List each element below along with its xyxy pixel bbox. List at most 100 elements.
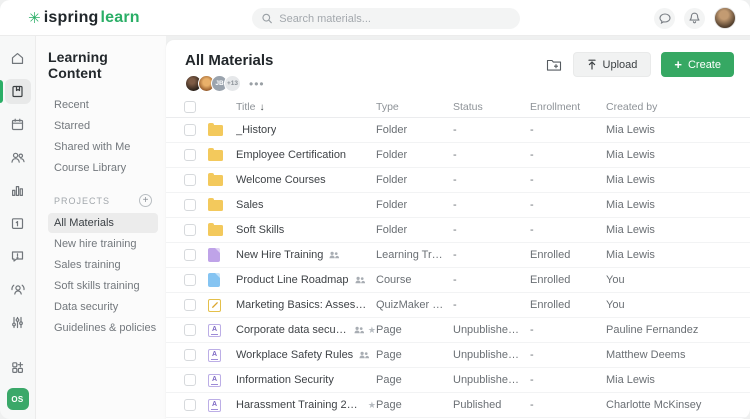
folder-icon: [208, 150, 223, 161]
item-title[interactable]: _History: [236, 124, 276, 136]
create-button[interactable]: + Create: [661, 52, 734, 77]
cell-enrollment: Enrolled: [530, 249, 606, 261]
item-title[interactable]: Product Line Roadmap: [236, 274, 349, 286]
rail-item-reports[interactable]: [5, 178, 31, 203]
item-title[interactable]: Sales: [236, 199, 264, 211]
table-row[interactable]: Marketing Basics: Assessment 01 QuizMake…: [166, 293, 750, 318]
cell-created-by: You: [606, 274, 750, 286]
column-status[interactable]: Status: [453, 101, 530, 113]
table-row[interactable]: Employee Certification Folder - - Mia Le…: [166, 143, 750, 168]
column-enrollment[interactable]: Enrollment: [530, 101, 606, 113]
sort-descending-icon[interactable]: ↓: [259, 102, 264, 113]
folder-icon: [208, 200, 223, 211]
select-all-checkbox[interactable]: [184, 101, 196, 113]
rail-user-avatar[interactable]: OS: [7, 388, 29, 410]
item-title[interactable]: Marketing Basics: Assessment 01: [236, 299, 370, 311]
sidebar-item[interactable]: Data security: [48, 297, 158, 317]
item-title[interactable]: Welcome Courses: [236, 174, 326, 186]
item-title[interactable]: Employee Certification: [236, 149, 346, 161]
ispring-learn-logo[interactable]: ✳ ispring learn: [28, 9, 140, 27]
row-checkbox[interactable]: [184, 249, 196, 261]
quiz-icon: [208, 299, 221, 312]
item-badges: [329, 251, 339, 259]
item-badges: ★: [368, 401, 376, 410]
cell-type: Page: [376, 349, 453, 361]
table-row[interactable]: A Workplace Safety Rules Page Unpublishe…: [166, 343, 750, 368]
item-title[interactable]: New Hire Training: [236, 249, 323, 261]
page-icon: A: [208, 374, 221, 387]
item-title[interactable]: Harassment Training 2020: [236, 399, 362, 411]
rail-item-feedback[interactable]: [5, 244, 31, 269]
row-checkbox[interactable]: [184, 399, 196, 411]
more-members-button[interactable]: •••: [249, 80, 265, 88]
upload-button[interactable]: Upload: [573, 52, 652, 77]
item-type-icon: A: [208, 374, 236, 387]
table-row[interactable]: Product Line Roadmap Course - Enrolled Y…: [166, 268, 750, 293]
row-checkbox[interactable]: [184, 199, 196, 211]
item-title[interactable]: Information Security: [236, 374, 334, 386]
people-icon: [10, 150, 26, 165]
sidebar-item[interactable]: All Materials: [48, 213, 158, 233]
table-row[interactable]: A Information Security Page Unpublished …: [166, 368, 750, 393]
search-input[interactable]: [279, 13, 510, 25]
item-title[interactable]: Soft Skills: [236, 224, 284, 236]
card-icon: [10, 216, 25, 231]
sidebar-item[interactable]: Guidelines & policies: [48, 318, 158, 338]
cell-status: Published: [453, 399, 530, 411]
row-checkbox[interactable]: [184, 349, 196, 361]
rail-item-settings[interactable]: [5, 310, 31, 335]
item-title[interactable]: Workplace Safety Rules: [236, 349, 353, 361]
sidebar-item[interactable]: Starred: [48, 116, 158, 136]
row-checkbox[interactable]: [184, 224, 196, 236]
item-title[interactable]: Corporate data security policy: [236, 324, 348, 336]
sidebar-item[interactable]: Course Library: [48, 158, 158, 178]
item-type-icon: [208, 200, 236, 211]
notifications-button[interactable]: [684, 8, 705, 29]
rail-item-home[interactable]: [5, 46, 31, 71]
sidebar-item[interactable]: New hire training: [48, 234, 158, 254]
panel-actions: Upload + Create: [546, 52, 734, 77]
rail-item-calendar[interactable]: [5, 112, 31, 137]
sidebar-item[interactable]: Sales training: [48, 255, 158, 275]
table-row[interactable]: Soft Skills Folder - - Mia Lewis: [166, 218, 750, 243]
row-checkbox[interactable]: [184, 174, 196, 186]
upload-icon: [587, 59, 597, 70]
row-checkbox[interactable]: [184, 274, 196, 286]
rail-item-tasks[interactable]: [5, 211, 31, 236]
row-checkbox[interactable]: [184, 374, 196, 386]
cell-created-by: Mia Lewis: [606, 124, 750, 136]
add-project-button[interactable]: +: [139, 194, 152, 207]
rail-item-apps[interactable]: [5, 355, 31, 380]
search-bar[interactable]: [252, 8, 520, 29]
rail-item-learning-content[interactable]: [5, 79, 31, 104]
row-checkbox[interactable]: [184, 124, 196, 136]
new-folder-button[interactable]: [546, 58, 563, 72]
rail-item-support[interactable]: [5, 277, 31, 302]
folder-icon: [208, 225, 223, 236]
sidebar-item[interactable]: Shared with Me: [48, 137, 158, 157]
table-row[interactable]: A Corporate data security policy ★ Page …: [166, 318, 750, 343]
table-row[interactable]: New Hire Training Learning Track - Enrol…: [166, 243, 750, 268]
apps-plus-icon: [10, 360, 25, 375]
item-type-icon: A: [208, 324, 236, 337]
row-checkbox[interactable]: [184, 299, 196, 311]
topbar-actions: [654, 7, 736, 29]
sidebar-item[interactable]: Recent: [48, 95, 158, 115]
table-row[interactable]: A Harassment Training 2020 ★ Page Publis…: [166, 393, 750, 418]
help-chat-button[interactable]: [654, 8, 675, 29]
column-type[interactable]: Type: [376, 101, 453, 113]
item-type-icon: [208, 125, 236, 136]
table-row[interactable]: _History Folder - - Mia Lewis: [166, 118, 750, 143]
sidebar-item[interactable]: Soft skills training: [48, 276, 158, 296]
cell-status: Unpublished Chan...: [453, 374, 530, 386]
row-checkbox[interactable]: [184, 324, 196, 336]
member-avatar[interactable]: +13: [224, 75, 241, 92]
profile-avatar[interactable]: [714, 7, 736, 29]
item-type-icon: [208, 175, 236, 186]
column-title[interactable]: Title↓: [236, 101, 376, 113]
column-created-by[interactable]: Created by: [606, 101, 750, 113]
table-row[interactable]: Welcome Courses Folder - - Mia Lewis: [166, 168, 750, 193]
rail-item-people[interactable]: [5, 145, 31, 170]
row-checkbox[interactable]: [184, 149, 196, 161]
table-row[interactable]: Sales Folder - - Mia Lewis: [166, 193, 750, 218]
